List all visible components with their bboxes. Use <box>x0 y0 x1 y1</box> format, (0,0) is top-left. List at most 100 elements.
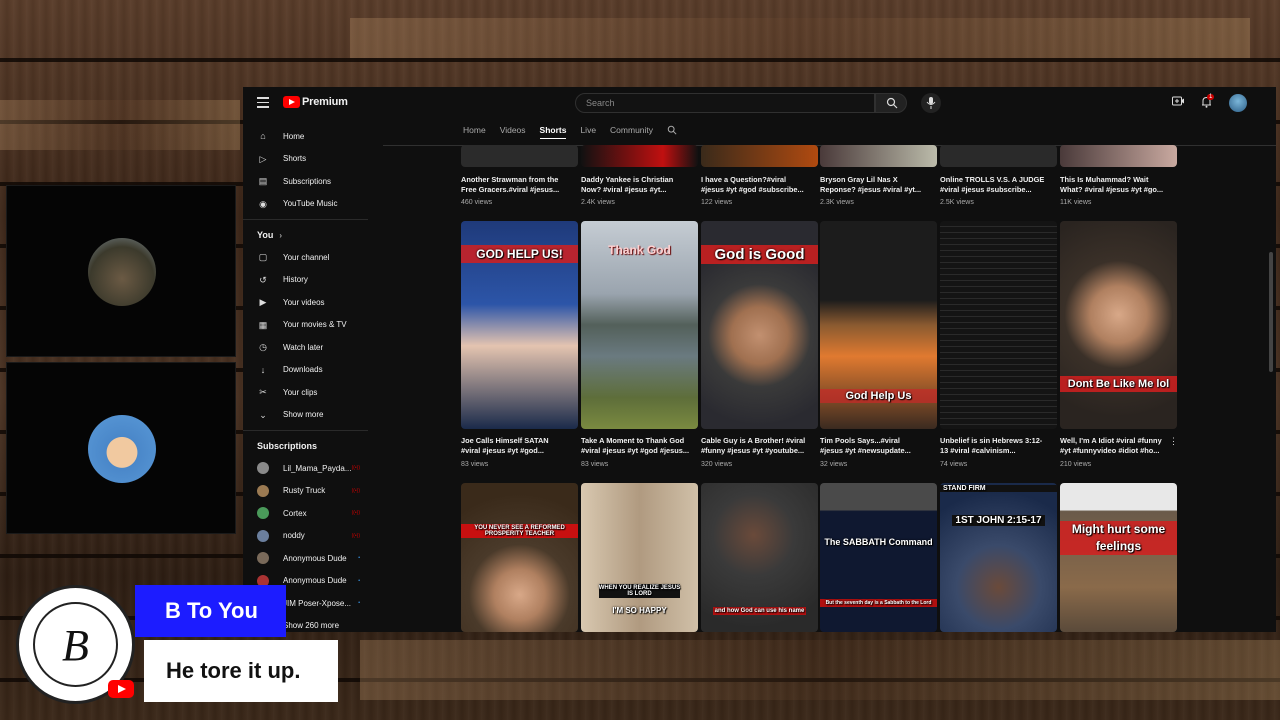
short-thumbnail[interactable]: Might hurt some feelings <box>1060 483 1177 632</box>
short-thumbnail[interactable] <box>820 145 937 167</box>
subscription-item[interactable]: Lil_Mama_Payda... ((•)) <box>243 457 368 480</box>
streamer-name-bar: B To You <box>135 585 286 637</box>
create-icon[interactable] <box>1171 96 1185 110</box>
wood-plank <box>0 100 240 150</box>
sidebar-item-your-videos[interactable]: ▶ Your videos <box>243 291 368 314</box>
tab-shorts[interactable]: Shorts <box>539 125 567 139</box>
top-bar: Premium Search 1 <box>243 87 1276 119</box>
thumbnail-caption: The SABBATH Command <box>824 537 933 547</box>
short-thumbnail[interactable] <box>701 145 818 167</box>
view-count: 122 views <box>701 199 733 206</box>
short-thumbnail[interactable]: God is Good <box>701 221 818 429</box>
mic-button[interactable] <box>921 93 941 113</box>
short-title[interactable]: Cable Guy is A Brother! #viral #funny #je… <box>701 436 818 456</box>
search-input[interactable]: Search <box>575 93 875 113</box>
subscriptions-heading: Subscriptions <box>257 441 318 451</box>
thumbnail-subcaption: But the seventh day is a Sabbath to the … <box>820 599 937 607</box>
seal-letter: B <box>62 621 89 670</box>
sidebar-item-subscriptions[interactable]: ▤ Subscriptions <box>243 170 368 193</box>
short-thumbnail[interactable]: Thank God <box>581 221 698 429</box>
sidebar-item-history[interactable]: ↺ History <box>243 269 368 292</box>
short-title[interactable]: Daddy Yankee is Christian Now? #viral #je… <box>581 175 698 195</box>
thumbnail-caption: YOU NEVER SEE A REFORMED PROSPERITY TEAC… <box>461 524 578 538</box>
live-icon: ((•)) <box>351 465 360 472</box>
short-title[interactable]: Bryson Gray Lil Nas X Reponse? #jesus #vi… <box>820 175 937 195</box>
channel-tabs: Home Videos Shorts Live Community <box>463 125 691 139</box>
view-count: 320 views <box>701 461 733 468</box>
more-options-icon[interactable]: ⋮ <box>1169 436 1178 447</box>
sidebar-item-label: Your clips <box>283 387 318 397</box>
live-icon: ((•)) <box>351 532 360 539</box>
sidebar-item-shorts[interactable]: ▷ Shorts <box>243 148 368 171</box>
search-button[interactable] <box>875 93 907 113</box>
divider <box>243 430 368 431</box>
short-title[interactable]: Take A Moment to Thank God #viral #jesus … <box>581 436 698 456</box>
shorts-icon: ▷ <box>259 153 267 164</box>
tab-videos[interactable]: Videos <box>500 125 526 139</box>
sidebar-item-label: History <box>283 275 308 285</box>
youtube-badge-icon <box>108 680 134 698</box>
short-title[interactable]: Unbelief is sin Hebrews 3:12- 13 #viral #… <box>940 436 1057 456</box>
channel-avatar <box>257 529 269 542</box>
thumbnail-subcaption: STAND FIRM <box>940 485 1057 492</box>
short-thumbnail[interactable]: YOU NEVER SEE A REFORMED PROSPERITY TEAC… <box>461 483 578 632</box>
sidebar-item-label: Your videos <box>283 297 325 307</box>
new-content-dot: • <box>358 555 360 562</box>
short-thumbnail[interactable] <box>581 145 698 167</box>
sidebar-item-show-more[interactable]: ⌄ Show more <box>243 404 368 427</box>
short-thumbnail[interactable]: GOD HELP US! <box>461 221 578 429</box>
history-icon: ↺ <box>259 274 267 285</box>
short-thumbnail[interactable]: The SABBATH Command But the seventh day … <box>820 483 937 632</box>
new-content-dot: • <box>358 577 360 584</box>
short-title[interactable]: Online TROLLS V.S. A JUDGE #viral #jesus … <box>940 175 1057 195</box>
short-thumbnail[interactable] <box>1060 145 1177 167</box>
channel-avatar <box>257 507 269 520</box>
tab-search-icon[interactable] <box>667 125 677 139</box>
short-title[interactable]: Joe Calls Himself SATAN #viral #jesus #yt… <box>461 436 578 456</box>
short-thumbnail[interactable] <box>940 145 1057 167</box>
sidebar-item-your-channel[interactable]: ▢ Your channel <box>243 246 368 269</box>
tab-home[interactable]: Home <box>463 125 486 139</box>
tab-live[interactable]: Live <box>580 125 596 139</box>
subscription-item[interactable]: Anonymous Dude • <box>243 547 368 570</box>
subscription-item[interactable]: noddy ((•)) <box>243 525 368 548</box>
sidebar-item-downloads[interactable]: ↓ Downloads <box>243 359 368 382</box>
sidebar-item-music[interactable]: ◉ YouTube Music <box>243 193 368 216</box>
short-title[interactable]: Tim Pools Says...#viral #jesus #yt #newsu… <box>820 436 937 456</box>
short-thumbnail[interactable]: STAND FIRM 1ST JOHN 2:15-17 <box>940 483 1057 632</box>
menu-icon[interactable] <box>257 97 269 108</box>
sidebar-item-movies[interactable]: ▦ Your movies & TV <box>243 314 368 337</box>
short-title[interactable]: I have a Question?#viral #jesus #yt #god … <box>701 175 818 195</box>
youtube-logo[interactable]: Premium <box>283 96 348 108</box>
short-thumbnail[interactable]: Dont Be Like Me lol <box>1060 221 1177 429</box>
short-thumbnail[interactable] <box>940 221 1057 429</box>
account-avatar[interactable] <box>1229 94 1247 112</box>
short-title[interactable]: This Is Muhammad? Wait What? #viral #jesu… <box>1060 175 1177 195</box>
sidebar-item-watch-later[interactable]: ◷ Watch later <box>243 336 368 359</box>
youtube-play-icon <box>283 96 300 108</box>
short-thumbnail[interactable]: God Help Us <box>820 221 937 429</box>
short-title[interactable]: Well, I'm A Idiot #viral #funny #yt #funn… <box>1060 436 1177 456</box>
scissors-icon: ✂ <box>259 387 267 398</box>
subscription-item[interactable]: Cortex ((•)) <box>243 502 368 525</box>
view-count: 2.3K views <box>820 199 854 206</box>
divider <box>243 219 368 220</box>
search-icon <box>886 97 898 109</box>
thumbnail-caption: Might hurt some feelings <box>1060 521 1177 555</box>
thumbnail-caption: Dont Be Like Me lol <box>1060 376 1177 392</box>
home-icon: ⌂ <box>260 131 266 142</box>
short-thumbnail[interactable]: and how God can use his name <box>701 483 818 632</box>
channel-icon: ▢ <box>258 252 268 263</box>
sidebar-item-label: Watch later <box>283 342 324 352</box>
you-heading[interactable]: You › <box>243 224 368 246</box>
short-title[interactable]: Another Strawman from the Free Gracers.#v… <box>461 175 578 195</box>
sidebar-item-label: Your channel <box>283 252 330 262</box>
short-thumbnail[interactable] <box>461 145 578 167</box>
sidebar-item-your-clips[interactable]: ✂ Your clips <box>243 381 368 404</box>
subscription-item[interactable]: Rusty Truck ((•)) <box>243 480 368 503</box>
sidebar-item-label: Home <box>283 131 305 141</box>
sidebar-item-home[interactable]: ⌂ Home <box>243 125 368 148</box>
short-thumbnail[interactable]: WHEN YOU REALIZE JESUS IS LORD I'M SO HA… <box>581 483 698 632</box>
tab-community[interactable]: Community <box>610 125 653 139</box>
scrollbar[interactable] <box>1269 252 1273 372</box>
